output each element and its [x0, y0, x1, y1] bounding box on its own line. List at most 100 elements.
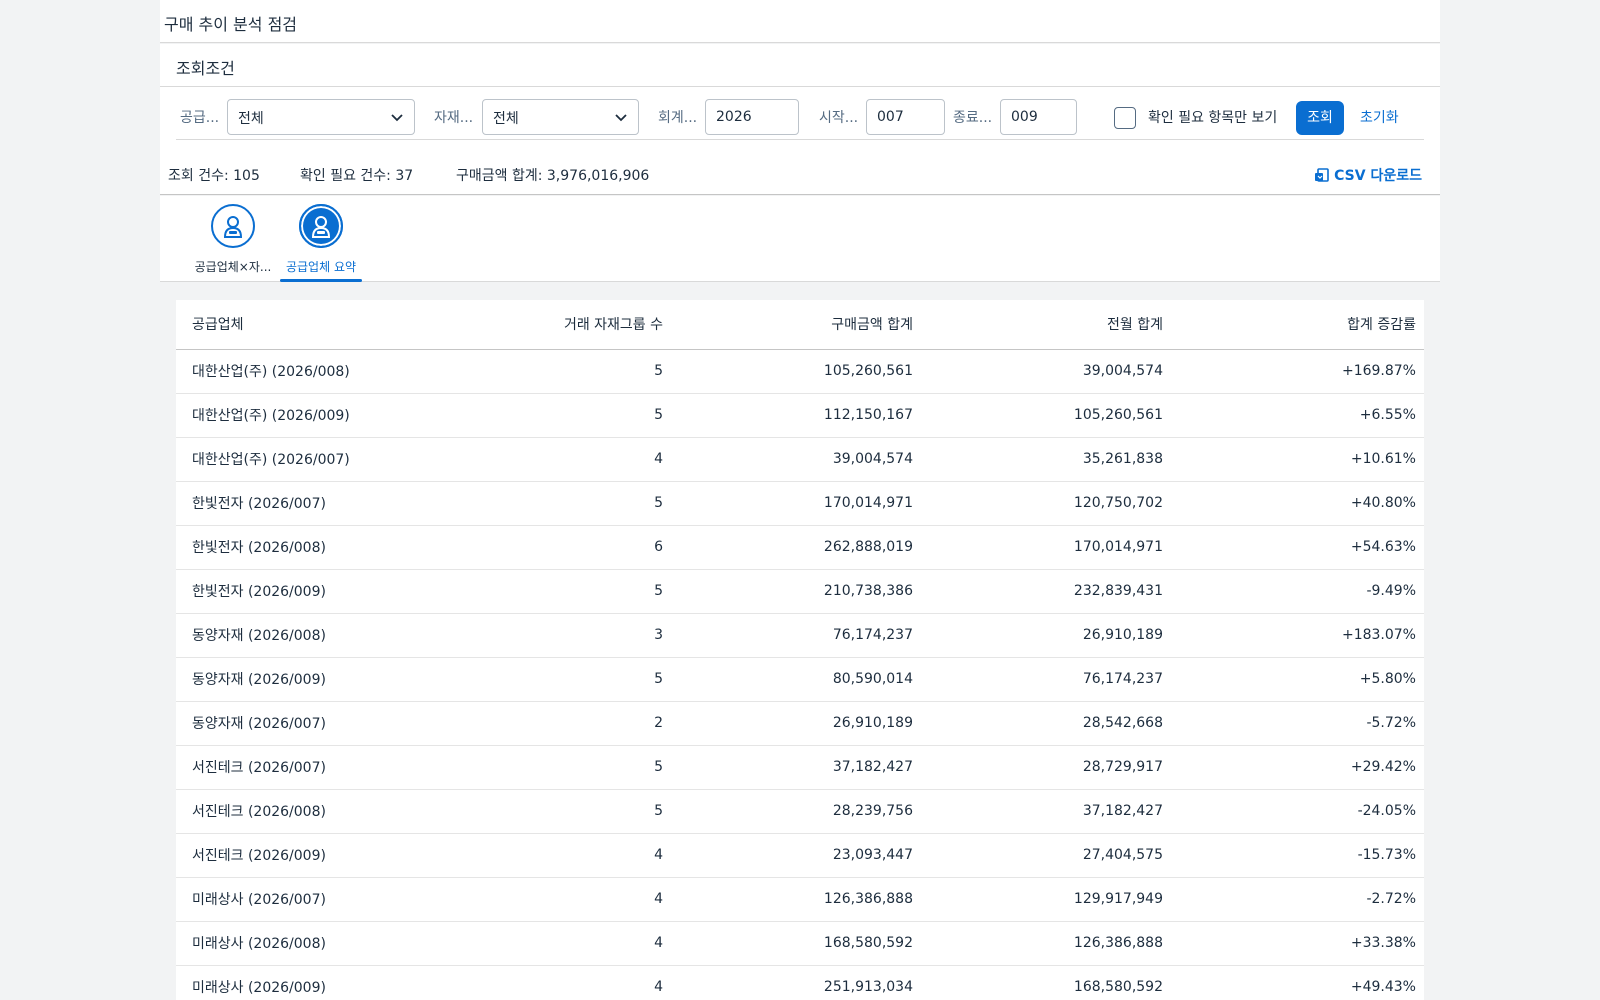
supplier-select-value: 전체 — [238, 111, 264, 127]
cell-supplier: 대한산업(주) (2026/007) — [176, 437, 436, 482]
start-period-input[interactable]: 007 — [866, 99, 945, 135]
column-header-supplier[interactable]: 공급업체 — [176, 300, 436, 350]
cell-prev-total: 26,910,189 — [921, 613, 1171, 658]
title-bar: 구매 추이 분석 점검 — [160, 0, 1440, 43]
person-icon — [311, 216, 331, 238]
cell-amount-total: 28,239,756 — [671, 789, 921, 834]
table-row[interactable]: 서진테크 (2026/008) 5 28,239,756 37,182,427 -24.… — [176, 789, 1424, 834]
cell-material-groups: 5 — [436, 481, 671, 526]
cell-supplier: 대한산업(주) (2026/008) — [176, 349, 436, 394]
cell-change-rate: +54.63% — [1171, 525, 1424, 570]
reset-button[interactable]: 초기화 — [1360, 107, 1399, 127]
cell-prev-total: 39,004,574 — [921, 349, 1171, 394]
end-period-input[interactable]: 009 — [1000, 99, 1077, 135]
cell-amount-total: 39,004,574 — [671, 437, 921, 482]
cell-material-groups: 5 — [436, 789, 671, 834]
table-row[interactable]: 동양자재 (2026/008) 3 76,174,237 26,910,189 +183… — [176, 613, 1424, 658]
table-row[interactable]: 동양자재 (2026/007) 2 26,910,189 28,542,668 -5.7… — [176, 701, 1424, 746]
cell-prev-total: 120,750,702 — [921, 481, 1171, 526]
cell-material-groups: 5 — [436, 393, 671, 438]
page-title: 구매 추이 분석 점검 — [164, 15, 298, 34]
result-count: 조회 건수: 105 — [168, 168, 260, 184]
cell-change-rate: +169.87% — [1171, 349, 1424, 394]
cell-change-rate: +33.38% — [1171, 921, 1424, 966]
active-tab-indicator — [280, 279, 362, 282]
chevron-down-icon — [391, 114, 403, 122]
cell-amount-total: 126,386,888 — [671, 877, 921, 922]
cell-amount-total: 105,260,561 — [671, 349, 921, 394]
cell-prev-total: 37,182,427 — [921, 789, 1171, 834]
cell-amount-total: 210,738,386 — [671, 569, 921, 614]
material-label: 자재... — [434, 110, 474, 126]
filter-header: 조회조건 — [160, 44, 1440, 87]
table-row[interactable]: 대한산업(주) (2026/008) 5 105,260,561 39,004,574… — [176, 349, 1424, 394]
cell-change-rate: +183.07% — [1171, 613, 1424, 658]
cell-supplier: 동양자재 (2026/008) — [176, 613, 436, 658]
table-row[interactable]: 서진테크 (2026/007) 5 37,182,427 28,729,917 +29.… — [176, 745, 1424, 790]
table-row[interactable]: 미래상사 (2026/008) 4 168,580,592 126,386,888 +3… — [176, 921, 1424, 966]
column-header-amount-total[interactable]: 구매금액 합계 — [671, 300, 921, 350]
cell-prev-total: 35,261,838 — [921, 437, 1171, 482]
table-row[interactable]: 한빛전자 (2026/009) 5 210,738,386 232,839,431 -9… — [176, 569, 1424, 614]
cell-material-groups: 2 — [436, 701, 671, 746]
table-row[interactable]: 동양자재 (2026/009) 5 80,590,014 76,174,237 +5.8… — [176, 657, 1424, 702]
cell-prev-total: 27,404,575 — [921, 833, 1171, 878]
end-period-label: 종료... — [953, 110, 993, 126]
cell-prev-total: 105,260,561 — [921, 393, 1171, 438]
cell-supplier: 한빛전자 (2026/008) — [176, 525, 436, 570]
cell-supplier: 서진테크 (2026/007) — [176, 745, 436, 790]
cell-prev-total: 168,580,592 — [921, 965, 1171, 1000]
cell-prev-total: 170,014,971 — [921, 525, 1171, 570]
only-check-checkbox[interactable] — [1114, 107, 1136, 129]
cell-supplier: 미래상사 (2026/007) — [176, 877, 436, 922]
tab-label: 공급업체 요약 — [285, 260, 357, 274]
cell-amount-total: 26,910,189 — [671, 701, 921, 746]
table-row[interactable]: 대한산업(주) (2026/009) 5 112,150,167 105,260,56… — [176, 393, 1424, 438]
table-row[interactable]: 한빛전자 (2026/008) 6 262,888,019 170,014,971 +5… — [176, 525, 1424, 570]
fiscal-year-value: 2026 — [716, 109, 752, 125]
supplier-select[interactable]: 전체 — [227, 99, 415, 135]
tab-supplier-summary[interactable]: 공급업체 요약 — [278, 204, 364, 282]
cell-material-groups: 4 — [436, 965, 671, 1000]
table-row[interactable]: 미래상사 (2026/007) 4 126,386,888 129,917,949 -2… — [176, 877, 1424, 922]
end-period-value: 009 — [1011, 109, 1038, 125]
filter-header-title: 조회조건 — [176, 59, 235, 78]
material-select[interactable]: 전체 — [482, 99, 639, 135]
cell-change-rate: -15.73% — [1171, 833, 1424, 878]
cell-change-rate: -9.49% — [1171, 569, 1424, 614]
column-header-material-groups[interactable]: 거래 자재그룹 수 — [436, 300, 671, 350]
cell-material-groups: 5 — [436, 745, 671, 790]
column-header-change-rate[interactable]: 합계 증감률 — [1171, 300, 1424, 350]
page: 구매 추이 분석 점검 조회조건 공급... 전체 자재... 전체 회계...… — [160, 0, 1440, 1000]
column-header-prev-total[interactable]: 전월 합계 — [921, 300, 1171, 350]
supplier-summary-table: 공급업체 거래 자재그룹 수 구매금액 합계 전월 합계 합계 증감률 대한산업… — [176, 300, 1424, 1000]
only-check-label[interactable]: 확인 필요 항목만 보기 — [1148, 107, 1277, 127]
csv-download-button[interactable]: CSV 다운로드 — [1314, 165, 1422, 185]
tab-supplier-material[interactable]: 공급업체×자... — [190, 204, 276, 282]
table-row[interactable]: 서진테크 (2026/009) 4 23,093,447 27,404,575 -15.… — [176, 833, 1424, 878]
cell-amount-total: 251,913,034 — [671, 965, 921, 1000]
fiscal-year-label: 회계... — [658, 110, 698, 126]
table-row[interactable]: 대한산업(주) (2026/007) 4 39,004,574 35,261,838 +… — [176, 437, 1424, 482]
table-row[interactable]: 미래상사 (2026/009) 4 251,913,034 168,580,592 +4… — [176, 965, 1424, 1000]
cell-change-rate: -24.05% — [1171, 789, 1424, 834]
cell-material-groups: 4 — [436, 437, 671, 482]
cell-material-groups: 5 — [436, 349, 671, 394]
cell-amount-total: 170,014,971 — [671, 481, 921, 526]
cell-prev-total: 232,839,431 — [921, 569, 1171, 614]
fiscal-year-input[interactable]: 2026 — [705, 99, 799, 135]
query-button[interactable]: 조회 — [1296, 101, 1344, 135]
cell-material-groups: 4 — [436, 921, 671, 966]
cell-supplier: 동양자재 (2026/007) — [176, 701, 436, 746]
cell-amount-total: 80,590,014 — [671, 657, 921, 702]
cell-prev-total: 126,386,888 — [921, 921, 1171, 966]
tab-icon-circle — [211, 204, 255, 248]
cell-material-groups: 4 — [436, 877, 671, 922]
cell-supplier: 미래상사 (2026/008) — [176, 921, 436, 966]
cell-material-groups: 4 — [436, 833, 671, 878]
person-icon — [223, 216, 243, 238]
cell-material-groups: 3 — [436, 613, 671, 658]
table-row[interactable]: 한빛전자 (2026/007) 5 170,014,971 120,750,702 +4… — [176, 481, 1424, 526]
cell-prev-total: 28,729,917 — [921, 745, 1171, 790]
start-period-label: 시작... — [819, 110, 859, 126]
